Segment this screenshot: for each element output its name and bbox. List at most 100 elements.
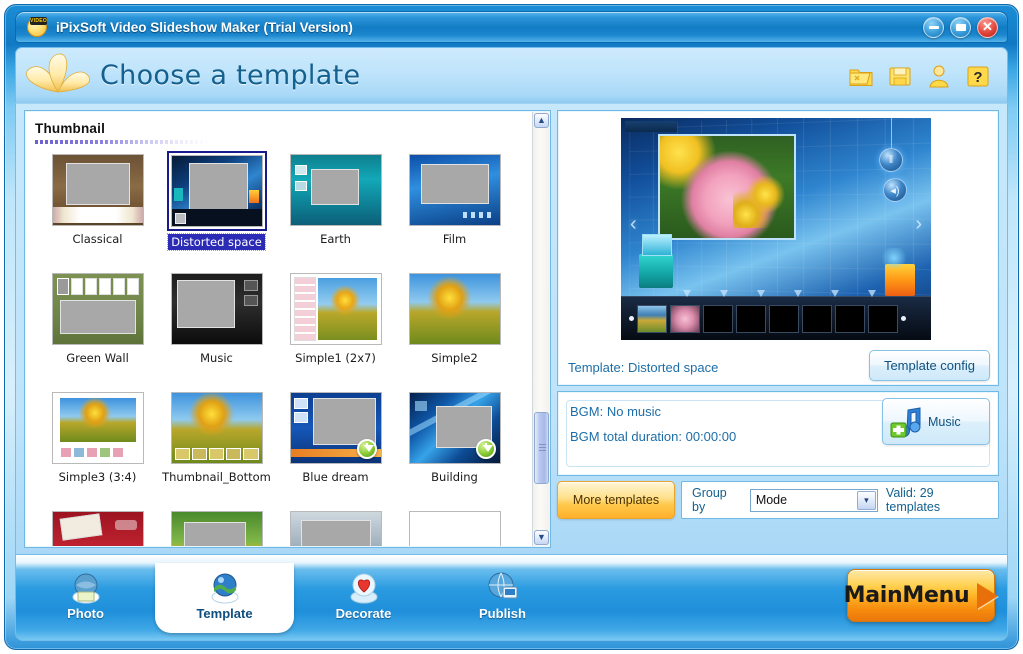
help-icon[interactable]: ?: [965, 63, 991, 89]
scrollbar-thumb[interactable]: [534, 412, 549, 484]
template-config-button[interactable]: Template config: [868, 350, 990, 381]
nav-item-publish[interactable]: Publish: [433, 563, 572, 633]
template-thumbnail-frame: [166, 151, 267, 231]
template-tile[interactable]: Film: [395, 151, 514, 270]
template-tile[interactable]: [157, 508, 276, 546]
nav-item-label: Decorate: [335, 606, 392, 621]
play-arrow-icon: [977, 582, 999, 609]
template-thumbnail-frame: [406, 508, 504, 546]
template-tile[interactable]: Simple1 (2x7): [276, 270, 395, 389]
close-button[interactable]: ✕: [977, 16, 998, 38]
strip-cell[interactable]: [637, 304, 667, 333]
group-by-container: Group by Mode ▾ Valid: 29 templates: [681, 481, 999, 519]
template-tile[interactable]: Green Wall: [38, 270, 157, 389]
main-menu-button[interactable]: MainMenu: [844, 569, 999, 622]
template-tile[interactable]: Earth: [276, 151, 395, 270]
template-thumbnail-image: [170, 392, 263, 464]
template-thumbnail-frame: [406, 389, 504, 467]
template-tile[interactable]: [38, 508, 157, 546]
template-thumbnail-image: [51, 154, 144, 226]
valid-templates-count: Valid: 29 templates: [885, 486, 941, 514]
flower-logo-icon: [22, 52, 100, 100]
template-tile[interactable]: Thumbnail_Bottom: [157, 389, 276, 508]
template-tile-label: Blue dream: [302, 470, 369, 484]
template-tile-label: Music: [200, 351, 233, 365]
thumbnail-scrollbar[interactable]: ▲ ▼: [532, 112, 549, 546]
bgm-status-text: BGM: No music: [570, 404, 662, 419]
strip-cell[interactable]: [802, 304, 832, 333]
template-thumbnail-frame: [49, 389, 147, 467]
page-title: Choose a template: [100, 60, 361, 91]
app-icon-video-badge: VIDEO: [30, 17, 48, 25]
group-by-label: Group by: [692, 486, 727, 514]
template-tile-label: Simple2: [431, 351, 478, 365]
template-tile[interactable]: Distorted space: [157, 151, 276, 270]
template-thumbnail-image: [408, 392, 501, 464]
template-thumbnail-frame: [406, 151, 504, 229]
nav-item-label: Photo: [67, 606, 104, 621]
save-project-icon[interactable]: [887, 63, 913, 89]
nav-item-decorate[interactable]: Decorate: [294, 563, 433, 633]
template-thumbnail-image: [51, 392, 144, 464]
template-tile-label: Green Wall: [66, 351, 129, 365]
template-tile[interactable]: Music: [157, 270, 276, 389]
template-tile[interactable]: [276, 508, 395, 546]
template-tile[interactable]: Classical: [38, 151, 157, 270]
user-account-icon[interactable]: [926, 63, 952, 89]
template-tile-label: Classical: [72, 232, 123, 246]
stage-thumbnail-strip[interactable]: [621, 290, 931, 340]
pause-knob-icon[interactable]: ‖: [879, 148, 903, 172]
template-tile[interactable]: Simple2: [395, 270, 514, 389]
strip-cell[interactable]: [769, 304, 799, 333]
template-tile[interactable]: [395, 508, 514, 546]
strip-cell[interactable]: [868, 304, 898, 333]
template-tile[interactable]: Blue dream: [276, 389, 395, 508]
next-arrow-icon[interactable]: ›: [915, 214, 922, 234]
template-thumbnail-frame: [49, 270, 147, 348]
title-bar: VIDEO iPixSoft Video Slideshow Maker (Tr…: [15, 11, 1008, 43]
template-tile[interactable]: Simple3 (3:4): [38, 389, 157, 508]
nav-item-template[interactable]: Template: [155, 563, 294, 633]
decorate-heart-icon: [346, 569, 382, 605]
chevron-down-icon[interactable]: ▾: [856, 490, 876, 510]
template-thumbnail-image: [51, 511, 144, 546]
template-tile-label: Film: [442, 232, 467, 246]
group-by-select[interactable]: Mode ▾: [749, 488, 878, 512]
template-preview-stage[interactable]: ‹ › ‖ ◂): [621, 118, 931, 340]
template-thumbnail-image: [289, 511, 382, 546]
restore-button[interactable]: [950, 16, 971, 38]
template-thumbnail-image: [170, 511, 263, 546]
template-thumbnail-frame: [168, 270, 266, 348]
svg-text:?: ?: [973, 69, 982, 86]
template-tile-label: Thumbnail_Bottom: [162, 470, 271, 484]
template-thumbnail-frame: [287, 270, 385, 348]
nav-item-label: Template: [196, 606, 253, 621]
template-thumbnail-image: [51, 273, 144, 345]
scroll-down-arrow-icon[interactable]: ▼: [534, 530, 549, 545]
more-templates-button[interactable]: More templates: [557, 481, 675, 519]
selected-template-label: Template: Distorted space: [568, 360, 719, 375]
volume-knob-icon[interactable]: ◂): [883, 178, 907, 202]
window-title: iPixSoft Video Slideshow Maker (Trial Ve…: [56, 19, 353, 35]
music-button[interactable]: Music: [882, 398, 990, 445]
group-by-value: Mode: [755, 493, 788, 507]
template-thumbnail-frame: [168, 389, 266, 467]
template-thumbnail-image: [408, 511, 501, 546]
template-thumbnail-frame: [168, 508, 266, 546]
template-tile-label: Building: [431, 470, 478, 484]
strip-cell[interactable]: [670, 304, 700, 333]
template-grid: Classical Distorted space Earth Film Green W…: [26, 147, 532, 546]
scroll-up-arrow-icon[interactable]: ▲: [534, 113, 549, 128]
nav-item-photo[interactable]: Photo: [16, 563, 155, 633]
minimize-button[interactable]: [923, 16, 944, 38]
template-thumbnail-image: [170, 273, 263, 345]
prev-arrow-icon[interactable]: ‹: [630, 214, 637, 234]
strip-cell[interactable]: [736, 304, 766, 333]
bottom-navigation-bar: Photo Template Decorate Publish MainMenu: [15, 555, 1008, 641]
strip-cell[interactable]: [835, 304, 865, 333]
open-project-icon[interactable]: [848, 63, 874, 89]
template-globe-icon: [207, 569, 243, 605]
template-thumbnail-image: [408, 154, 501, 226]
strip-cell[interactable]: [703, 304, 733, 333]
template-tile[interactable]: Building: [395, 389, 514, 508]
